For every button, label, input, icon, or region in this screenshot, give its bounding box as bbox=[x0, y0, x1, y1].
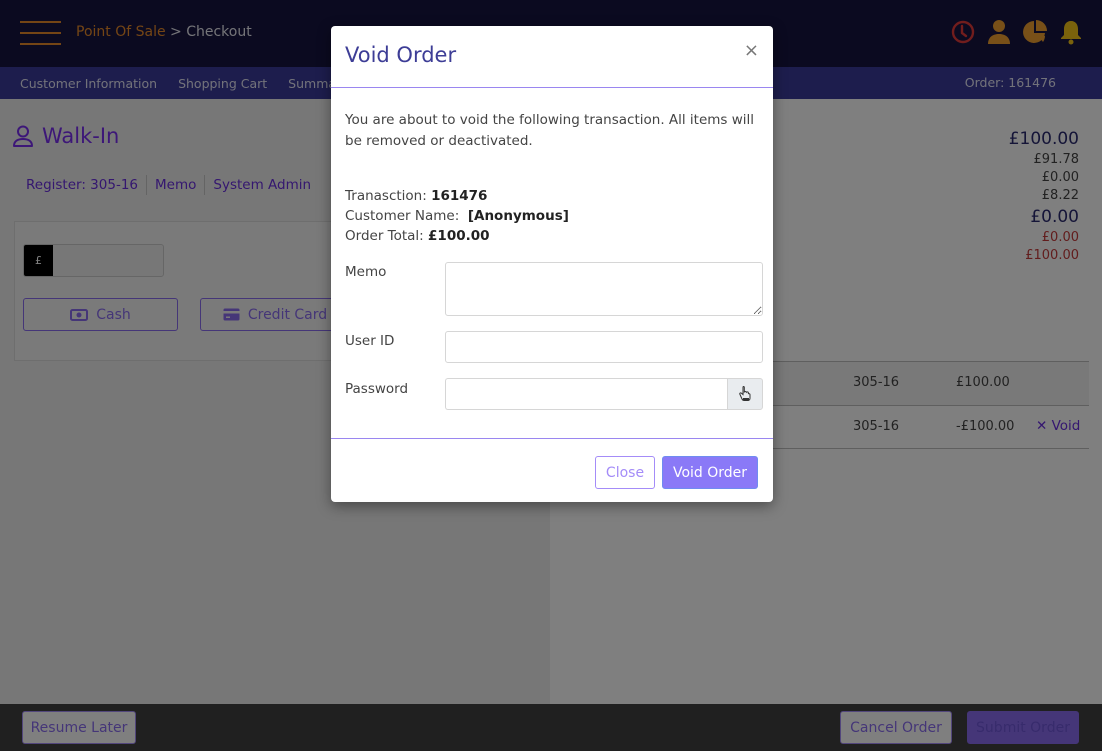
dialog-footer: Close Void Order bbox=[331, 438, 773, 502]
transaction-line: Tranasction: 161476 bbox=[345, 186, 569, 206]
transaction-label: Tranasction: bbox=[345, 188, 432, 204]
password-group bbox=[445, 378, 763, 410]
dialog-title: Void Order bbox=[345, 43, 457, 67]
transaction-value: 161476 bbox=[431, 188, 488, 204]
void-order-dialog: Void Order × You are about to void the f… bbox=[331, 26, 773, 502]
memo-label: Memo bbox=[345, 264, 387, 280]
close-button[interactable]: Close bbox=[595, 456, 655, 489]
close-icon[interactable]: × bbox=[744, 42, 759, 60]
user-id-label: User ID bbox=[345, 333, 395, 349]
customer-name-value: [Anonymous] bbox=[467, 208, 569, 224]
order-total-value: £100.00 bbox=[428, 228, 490, 244]
touch-login-button[interactable] bbox=[727, 378, 763, 410]
void-order-button[interactable]: Void Order bbox=[662, 456, 758, 489]
user-id-input[interactable] bbox=[445, 331, 763, 363]
memo-input[interactable] bbox=[445, 262, 763, 316]
dialog-header: Void Order × bbox=[331, 26, 773, 88]
dialog-message: You are about to void the following tran… bbox=[345, 112, 755, 149]
pointer-hand-icon bbox=[739, 386, 751, 401]
password-input[interactable] bbox=[445, 378, 727, 410]
transaction-details: Tranasction: 161476 Customer Name: [Anon… bbox=[345, 186, 569, 246]
customer-name-label: Customer Name: bbox=[345, 208, 468, 224]
order-total-line: Order Total: £100.00 bbox=[345, 226, 569, 246]
order-total-label: Order Total: bbox=[345, 228, 429, 244]
customer-line: Customer Name: [Anonymous] bbox=[345, 206, 569, 226]
password-label: Password bbox=[345, 381, 409, 397]
